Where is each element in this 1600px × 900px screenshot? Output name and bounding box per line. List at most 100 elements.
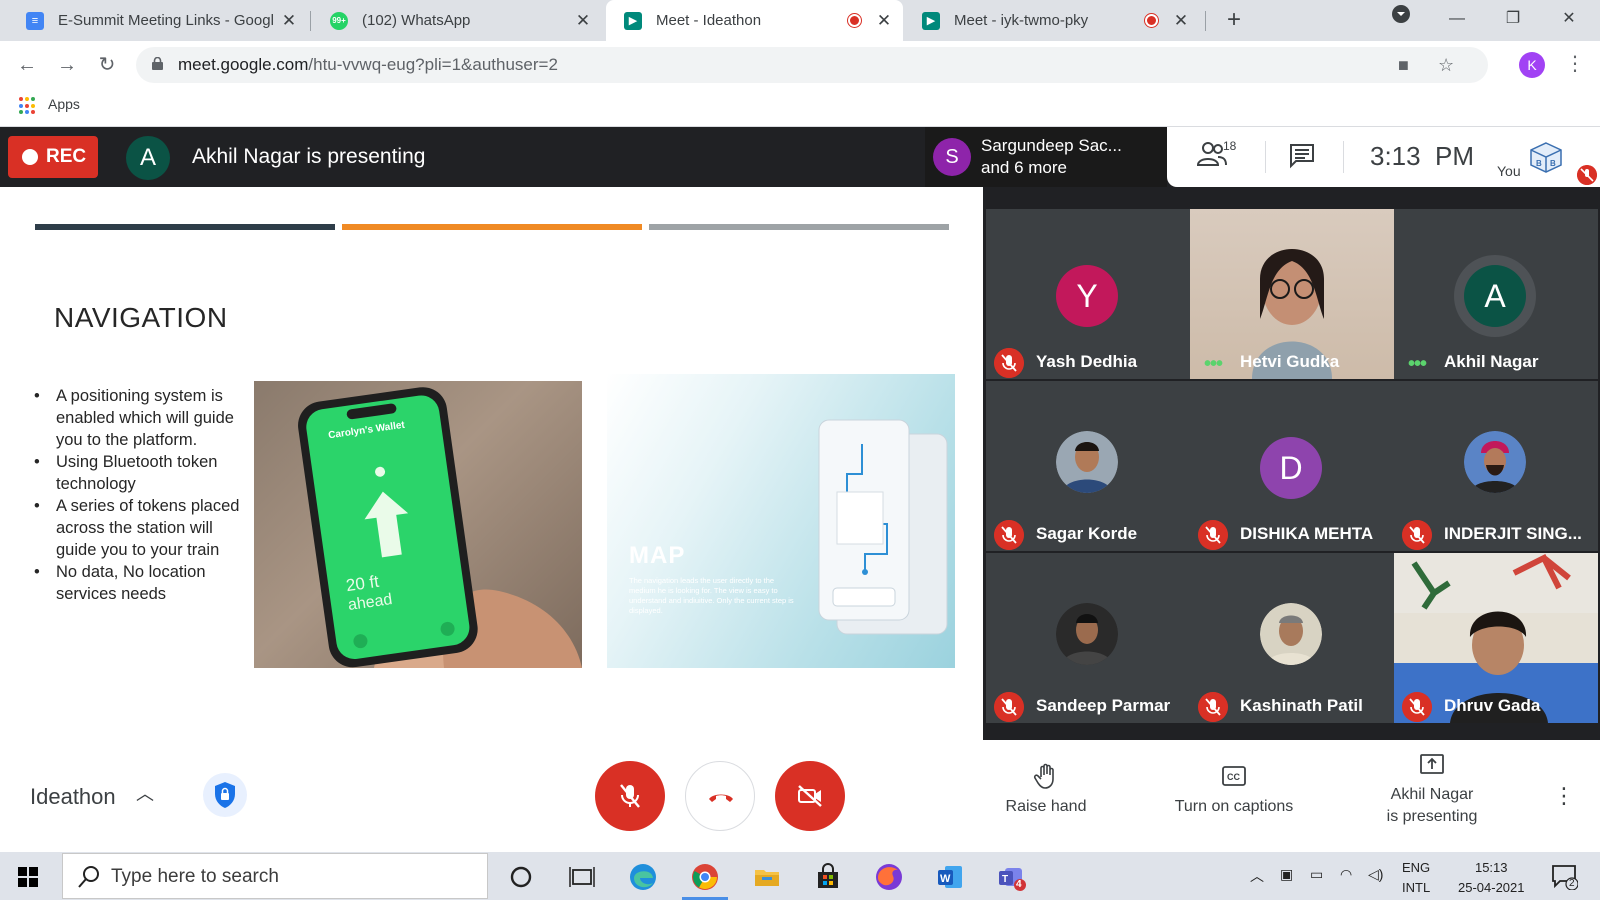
participant-photo [1056,431,1118,493]
wifi-icon[interactable]: ◠ [1340,866,1352,883]
restore-button[interactable]: ❐ [1490,0,1536,41]
apps-bookmark[interactable]: Apps [48,96,80,112]
meet-now-icon[interactable]: ▣ [1280,866,1293,883]
tab-search-button[interactable] [1378,0,1424,41]
camera-icon[interactable]: ■ [1398,55,1409,76]
map-title: MAP [629,542,686,569]
svg-text:B: B [1550,159,1556,168]
volume-icon[interactable]: ◁) [1368,866,1383,883]
participant-name: Dhruv Gada [1444,696,1541,715]
forward-button[interactable]: → [53,51,81,79]
tab-meet-ideathon[interactable]: ▶ Meet - Ideathon ✕ [606,0,903,41]
divider [1265,141,1266,173]
tab-esummit-links[interactable]: ≡ E-Summit Meeting Links - Googl ✕ [8,0,308,41]
captions-button[interactable]: CC Turn on captions [1160,762,1308,818]
notification-count: 2 [1569,878,1575,889]
chevron-down-circle-icon [1392,5,1410,23]
participant-photo [1260,603,1322,665]
close-tab-icon[interactable]: ✕ [1172,11,1190,31]
presenting-status: Akhil Nagar is presenting [192,145,426,168]
battery-icon[interactable]: ▭ [1310,866,1323,883]
firefox-icon[interactable] [874,862,904,892]
new-tab-button[interactable]: + [1220,7,1248,35]
chat-icon[interactable] [1289,143,1315,169]
participant-avatar: D [1260,437,1322,499]
leave-call-button[interactable] [685,761,755,831]
mic-toggle-button[interactable] [595,761,665,831]
participant-tile[interactable]: Sandeep Parmar [986,553,1190,723]
speaker-names: Sargundeep Sac... and 6 more [981,136,1122,177]
reload-button[interactable]: ↻ [93,51,121,79]
slide-accent-bar [649,224,949,230]
cortana-icon[interactable] [506,862,536,892]
windows-start-icon[interactable] [18,867,38,887]
edge-icon[interactable] [628,862,658,892]
muted-mic-icon [1402,520,1432,550]
chrome-menu-icon[interactable]: ⋮ [1565,51,1585,76]
participant-tile[interactable]: D DISHIKA MEHTA [1190,381,1394,551]
close-tab-icon[interactable]: ✕ [280,11,298,31]
teams-badge: 4 [1016,879,1022,890]
profile-avatar[interactable]: K [1519,52,1545,78]
input-language[interactable]: ENG INTL [1402,858,1430,898]
bookmark-star-icon[interactable]: ☆ [1438,55,1454,76]
slide-bullet: No data, No location services needs [34,561,246,605]
chrome-icon[interactable] [690,862,720,892]
participant-name: Akhil Nagar [1444,352,1539,371]
raise-hand-button[interactable]: Raise hand [994,762,1098,818]
muted-mic-icon [1402,692,1432,722]
participant-tile[interactable]: Sagar Korde [986,381,1190,551]
tab-separator [310,11,311,31]
minimize-button[interactable]: — [1434,0,1480,41]
participant-tile[interactable]: INDERJIT SING... [1394,381,1598,551]
participant-video-tile[interactable]: Dhruv Gada [1394,553,1598,723]
back-button[interactable]: ← [13,51,41,79]
participant-name: DISHIKA MEHTA [1240,524,1374,543]
slide-bullet: Using Bluetooth token technology [34,451,246,495]
self-view-cube-icon[interactable]: B B [1529,141,1563,173]
meeting-safety-button[interactable] [203,773,247,817]
participant-tile[interactable]: Y Yash Dedhia [986,209,1190,379]
close-window-button[interactable]: ✕ [1546,0,1592,41]
more-options-icon[interactable]: ⋮ [1553,783,1575,809]
tab-whatsapp[interactable]: 99+ (102) WhatsApp ✕ [312,0,602,41]
self-muted-mic-icon [1577,165,1597,185]
taskbar-search-box[interactable]: Type here to search [62,853,488,899]
browser-toolbar: ← → ↻ meet.google.com/htu-vvwq-eug?pli=1… [0,41,1600,89]
participant-name: Hetvi Gudka [1240,352,1340,371]
google-meet-icon: ▶ [922,11,940,30]
svg-text:T: T [1002,874,1008,885]
muted-mic-icon [1198,692,1228,722]
word-icon[interactable]: W [935,862,965,892]
microsoft-store-icon[interactable] [813,862,843,892]
clock-date[interactable]: 15:13 25-04-2021 [1458,858,1525,898]
participant-tile[interactable]: Kashinath Patil [1190,553,1394,723]
browser-tab-strip: ≡ E-Summit Meeting Links - Googl ✕ 99+ (… [0,0,1600,41]
google-meet-icon: ▶ [624,11,642,30]
chevron-up-icon[interactable]: ︿ [136,780,154,806]
participant-name: Sandeep Parmar [1036,696,1171,715]
recording-badge[interactable]: REC [8,136,98,178]
self-view-label: You [1497,163,1521,179]
close-tab-icon[interactable]: ✕ [875,11,893,31]
camera-toggle-button[interactable] [775,761,845,831]
meeting-name[interactable]: Ideathon [30,784,116,810]
tab-meet-iyk[interactable]: ▶ Meet - iyk-twmo-pky ✕ [904,0,1200,41]
tab-separator [1205,11,1206,31]
file-explorer-icon[interactable] [752,862,782,892]
participant-photo [1056,603,1118,665]
address-bar[interactable]: meet.google.com/htu-vvwq-eug?pli=1&authu… [136,47,1488,83]
apps-grid-icon[interactable] [19,97,37,115]
muted-mic-icon [994,692,1024,722]
presentation-button[interactable]: Akhil Nagar is presenting [1370,750,1494,828]
participant-name: Kashinath Patil [1240,696,1363,715]
participant-video-tile[interactable]: ••• Hetvi Gudka [1190,209,1394,379]
participant-tile[interactable]: A ••• Akhil Nagar [1394,209,1598,379]
task-view-icon[interactable] [567,862,597,892]
meet-controls-bar: Ideathon ︿ Raise hand CC Turn on caption… [0,740,1600,852]
active-speakers-chip[interactable]: S Sargundeep Sac... and 6 more [925,127,1167,187]
tray-expand-icon[interactable]: ︿ [1250,866,1264,886]
closed-captions-icon: CC [1222,766,1246,786]
search-placeholder: Type here to search [111,866,279,887]
close-tab-icon[interactable]: ✕ [574,11,592,31]
